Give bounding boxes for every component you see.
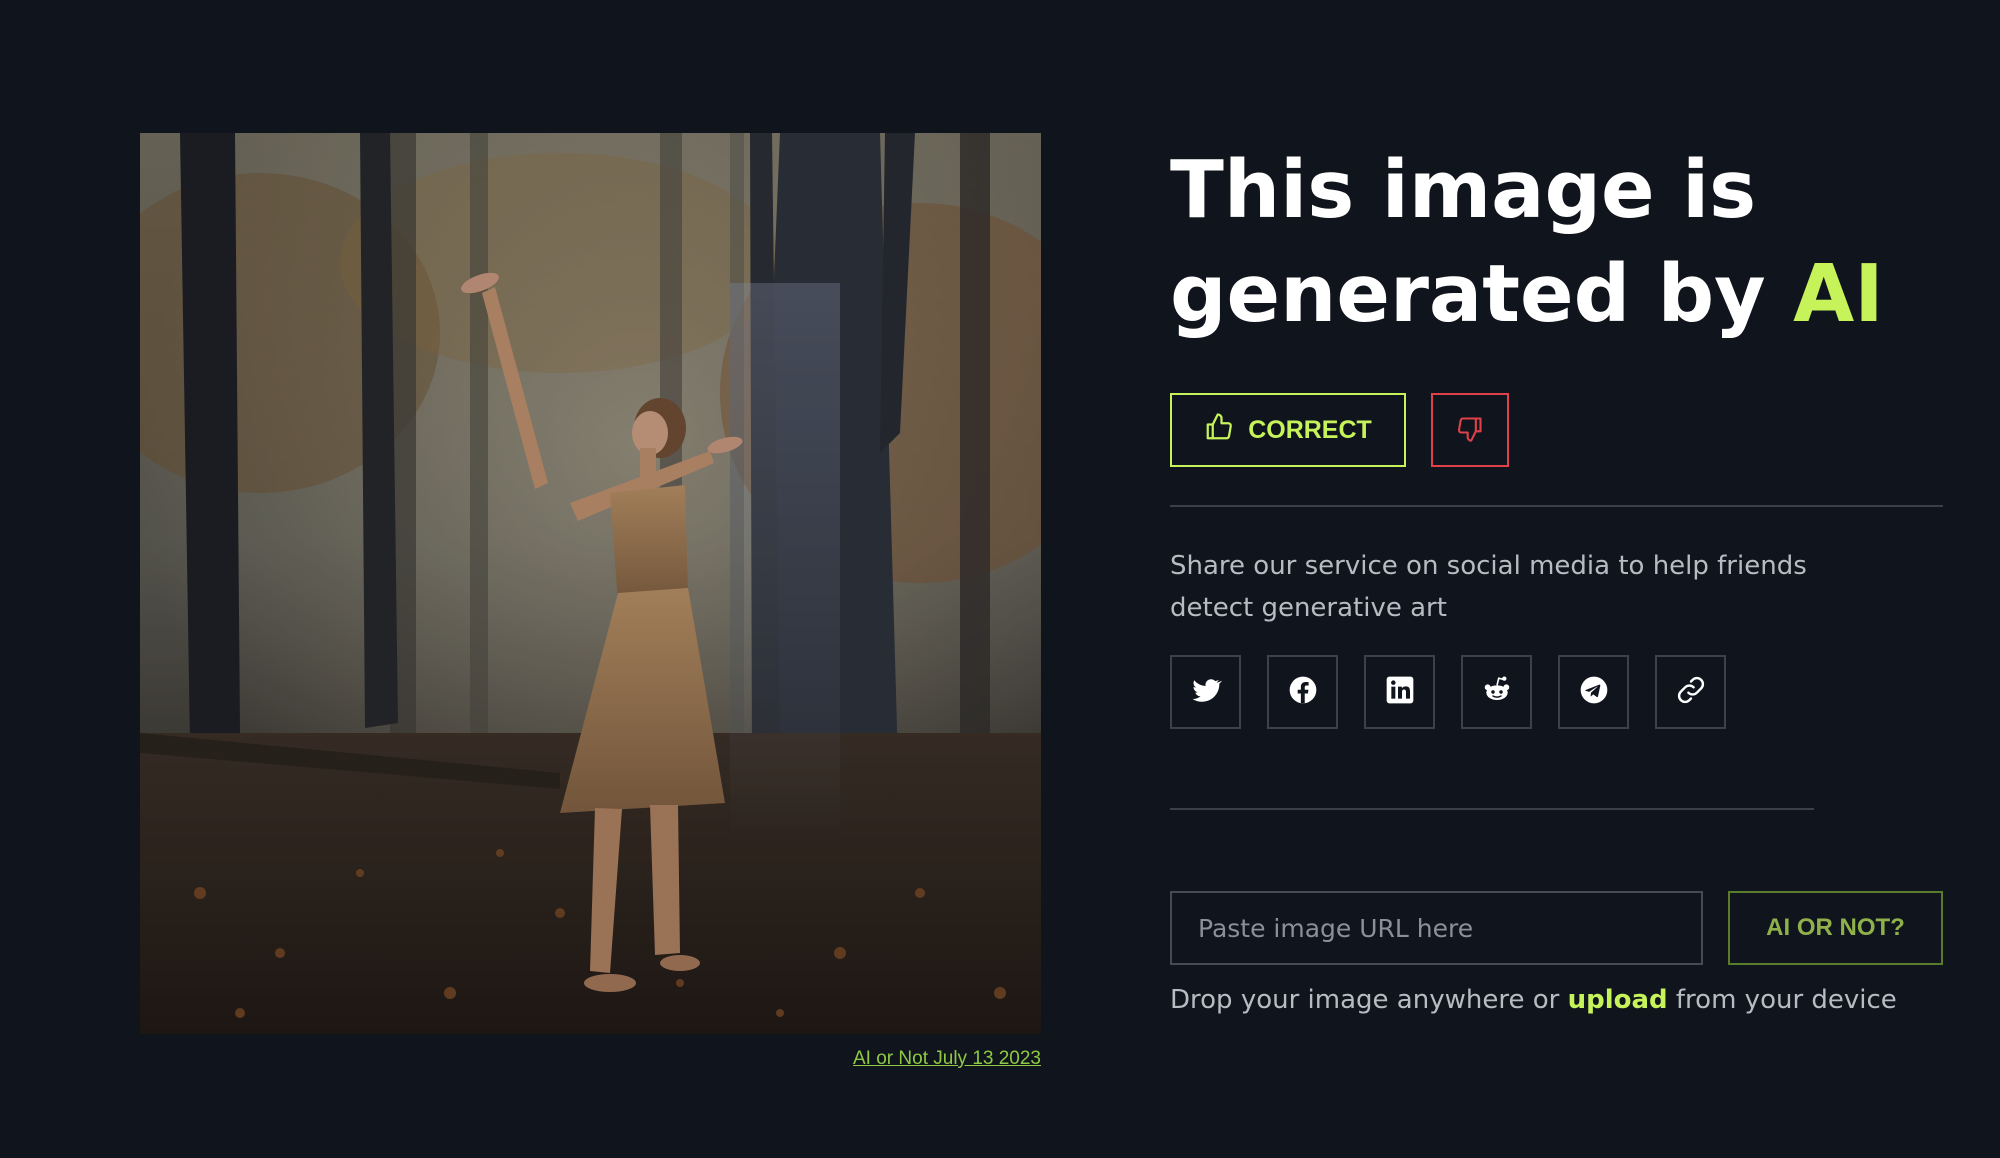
- social-share-row: [1170, 655, 1726, 729]
- share-linkedin-button[interactable]: [1364, 655, 1435, 729]
- upload-hint-suffix: from your device: [1667, 985, 1897, 1015]
- headline-accent: AI: [1793, 248, 1884, 340]
- headline-line-2: generated by: [1170, 248, 1794, 340]
- page: AI or Not July 13 2023 This image is gen…: [0, 0, 2000, 1158]
- copy-link-button[interactable]: [1655, 655, 1726, 729]
- analyzed-image: [140, 133, 1041, 1034]
- telegram-icon: [1578, 674, 1610, 710]
- verdict-headline: This image is generated by AI: [1170, 138, 1930, 346]
- divider: [1170, 505, 1943, 507]
- link-icon: [1675, 674, 1707, 710]
- thumbs-down-icon: [1456, 415, 1484, 446]
- incorrect-feedback-button[interactable]: [1431, 393, 1509, 467]
- share-facebook-button[interactable]: [1267, 655, 1338, 729]
- twitter-icon: [1190, 674, 1222, 710]
- divider: [1170, 808, 1814, 810]
- ai-or-not-button[interactable]: AI OR NOT?: [1728, 891, 1943, 965]
- share-prompt: Share our service on social media to hel…: [1170, 551, 1807, 623]
- share-twitter-button[interactable]: [1170, 655, 1241, 729]
- thumbs-up-icon: [1204, 412, 1234, 449]
- share-reddit-button[interactable]: [1461, 655, 1532, 729]
- headline-line-1: This image is: [1170, 144, 1757, 236]
- upload-hint-prefix: Drop your image anywhere or: [1170, 985, 1568, 1015]
- upload-hint: Drop your image anywhere or upload from …: [1170, 980, 1970, 1020]
- linkedin-icon: [1384, 674, 1416, 710]
- facebook-icon: [1287, 674, 1319, 710]
- share-telegram-button[interactable]: [1558, 655, 1629, 729]
- source-date-link[interactable]: AI or Not July 13 2023: [853, 1048, 1041, 1070]
- photo-illustration: [140, 133, 1041, 1034]
- upload-link[interactable]: upload: [1568, 985, 1668, 1015]
- correct-feedback-button[interactable]: CORRECT: [1170, 393, 1406, 467]
- reddit-icon: [1481, 674, 1513, 710]
- correct-label: CORRECT: [1248, 415, 1372, 444]
- image-url-input[interactable]: [1170, 891, 1703, 965]
